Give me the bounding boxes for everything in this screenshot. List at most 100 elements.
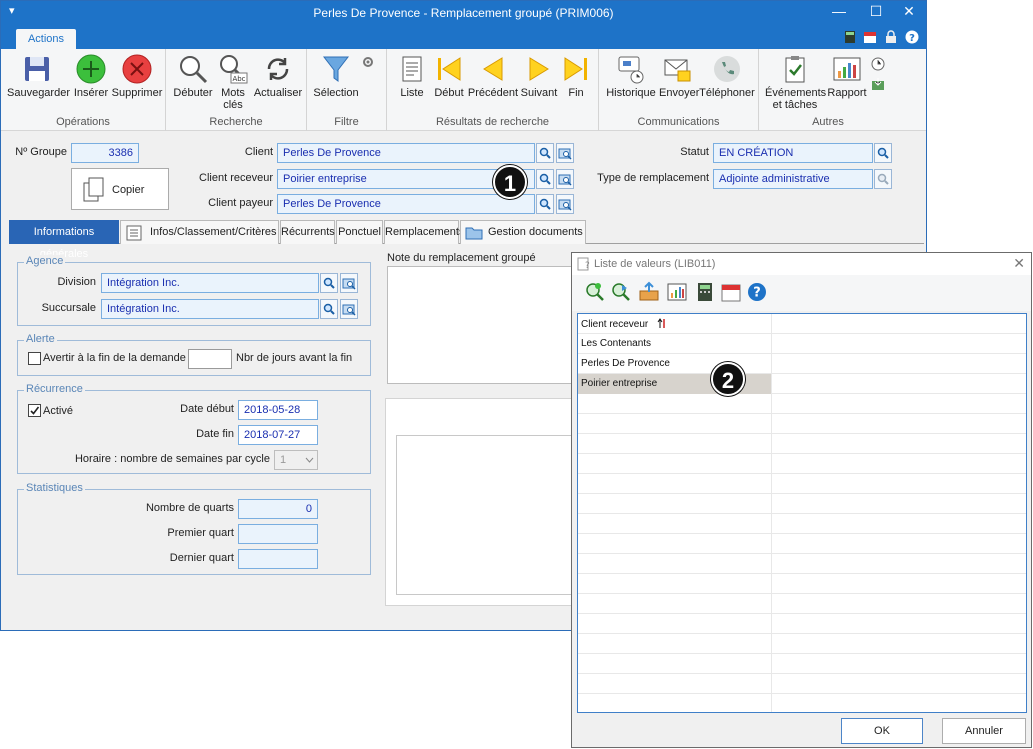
type-search-button[interactable] (874, 169, 892, 189)
report-button[interactable]: Rapport (825, 53, 869, 99)
chevron-down-icon (305, 457, 314, 463)
last-arrow-icon (564, 57, 587, 81)
refresh-button[interactable]: Actualiser (252, 53, 304, 99)
tab-documents[interactable]: Gestion documents (460, 220, 586, 244)
succursale-search-button[interactable] (320, 299, 338, 319)
succursale-lookup-button[interactable] (340, 299, 358, 319)
history-button[interactable]: Historique (605, 53, 657, 99)
search-arrow-icon[interactable] (610, 281, 632, 303)
list-button[interactable]: Liste (395, 53, 429, 99)
lov-close-button[interactable]: ✕ (1013, 255, 1025, 272)
client-payeur-search-button[interactable] (536, 194, 554, 214)
start-search-button[interactable]: Débuter (172, 53, 214, 99)
schedule-select[interactable]: 1 (274, 450, 318, 470)
client-payeur-field[interactable]: Perles De Provence (277, 194, 535, 214)
list-icon (402, 56, 422, 82)
calculator-icon[interactable] (694, 281, 716, 303)
group-number-field[interactable]: 3386 (71, 143, 139, 163)
tab-remplacements[interactable]: Remplacements (384, 220, 464, 244)
lock-icon[interactable] (884, 30, 898, 44)
succursale-field[interactable]: Intégration Inc. (101, 299, 319, 319)
type-field[interactable]: Adjointe administrative (713, 169, 873, 189)
selection-button[interactable]: Sélection (311, 53, 361, 99)
start-date-field[interactable]: 2018-05-28 (238, 400, 318, 420)
details-inner-panel (396, 435, 576, 595)
svg-text:Abc: Abc (232, 75, 245, 83)
shifts-count-label: Nombre de quarts (145, 502, 234, 514)
tab-recurrents[interactable]: Récurrents (280, 220, 335, 244)
alerte-checkbox[interactable] (28, 352, 41, 365)
days-before-end-label: Nbr de jours avant la fin (236, 352, 353, 364)
lov-list-item[interactable]: Les Contenants (578, 334, 1026, 354)
client-lookup-button[interactable] (556, 143, 574, 163)
statut-search-button[interactable] (874, 143, 892, 163)
calculator-icon[interactable] (843, 30, 857, 44)
days-before-end-field[interactable] (188, 349, 232, 369)
last-shift-label: Dernier quart (169, 552, 234, 564)
previous-record-button[interactable]: Précédent (467, 53, 519, 99)
inbox-upload-icon[interactable] (638, 281, 660, 303)
close-button[interactable]: ✕ (892, 1, 926, 23)
folder-search-icon (558, 148, 572, 160)
save-button[interactable]: Sauvegarder (7, 53, 70, 99)
maximize-button[interactable]: ☐ (859, 1, 893, 23)
tab-ponctuel[interactable]: Ponctuel (336, 220, 383, 244)
phone-button[interactable]: Téléphoner (699, 53, 755, 99)
copy-button[interactable]: Copier (71, 168, 169, 210)
tab-actions[interactable]: Actions (16, 29, 76, 49)
end-date-field[interactable]: 2018-07-27 (238, 425, 318, 445)
active-checkbox[interactable] (28, 404, 41, 417)
client-search-button[interactable] (536, 143, 554, 163)
tab-general[interactable]: Informations générales (9, 220, 119, 260)
bar-chart-icon[interactable] (666, 281, 688, 303)
client-payeur-lookup-button[interactable] (556, 194, 574, 214)
division-search-button[interactable] (320, 273, 338, 293)
client-field[interactable]: Perles De Provence (277, 143, 535, 163)
alerte-checkbox-label: Avertir à la fin de la demande (43, 352, 186, 364)
minimize-button[interactable]: — (822, 1, 856, 23)
division-lookup-button[interactable] (340, 273, 358, 293)
gear-icon[interactable] (361, 55, 375, 69)
lov-empty-row (578, 394, 1026, 414)
lov-list-item[interactable]: Perles De Provence (578, 354, 1026, 374)
first-record-button[interactable]: Début (431, 53, 467, 99)
last-shift-field[interactable] (238, 549, 318, 569)
clock-icon[interactable] (871, 57, 885, 71)
calendar-icon[interactable] (720, 281, 742, 303)
lov-toolbar: ? (572, 275, 1031, 311)
folder-search-icon (558, 199, 572, 211)
first-shift-field[interactable] (238, 524, 318, 544)
title-bar: ▾ Perles De Provence - Remplacement grou… (1, 1, 926, 25)
insert-button[interactable]: Insérer (71, 53, 111, 99)
refresh-icon (267, 58, 289, 80)
shifts-count-field[interactable]: 0 (238, 499, 318, 519)
search-add-icon[interactable] (584, 281, 606, 303)
division-field[interactable]: Intégration Inc. (101, 273, 319, 293)
last-record-button[interactable]: Fin (559, 53, 593, 99)
delete-button[interactable]: Supprimer (111, 53, 163, 99)
note-textarea[interactable] (387, 266, 587, 384)
lov-empty-row (578, 434, 1026, 454)
events-tasks-button[interactable]: Événements et tâches (765, 53, 826, 111)
client-receveur-lookup-button[interactable] (556, 169, 574, 189)
help-icon[interactable]: ? (905, 30, 919, 44)
client-receveur-search-button[interactable] (536, 169, 554, 189)
export-icon[interactable] (871, 77, 885, 91)
lov-list-item-selected[interactable]: Poirier entreprise (578, 374, 1026, 394)
succursale-label: Succursale (41, 302, 96, 314)
help-icon[interactable]: ? (746, 281, 768, 303)
lov-column-header[interactable]: Client receveur (578, 314, 772, 334)
calendar-icon[interactable] (863, 30, 877, 44)
statut-field[interactable]: EN CRÉATION (713, 143, 873, 163)
tab-infos[interactable]: Infos/Classement/Critères (120, 220, 279, 244)
folder-search-icon (342, 304, 356, 316)
cancel-button[interactable]: Annuler (942, 718, 1026, 744)
next-record-button[interactable]: Suivant (519, 53, 559, 99)
lov-title-bar: ? Liste de valeurs (LIB011) ✕ (572, 253, 1031, 275)
send-button[interactable]: Envoyer (659, 53, 699, 99)
help-list-icon: ? (577, 257, 590, 271)
callout-badge-1: 1 (493, 165, 527, 199)
keywords-button[interactable]: Abc Mots clés (214, 53, 252, 111)
ok-button[interactable]: OK (841, 718, 923, 744)
magnifier-icon (323, 277, 335, 289)
